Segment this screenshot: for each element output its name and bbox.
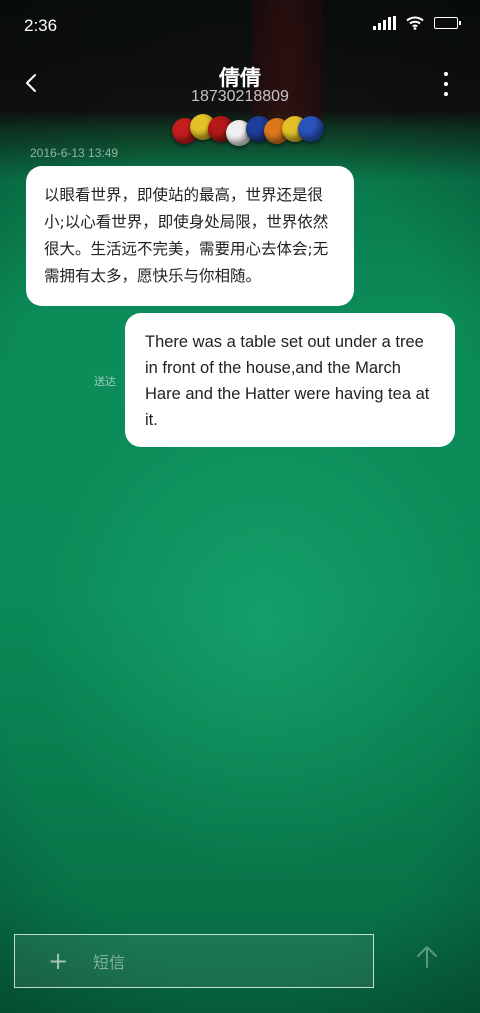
status-time: 2:36 xyxy=(24,16,58,35)
message-input[interactable] xyxy=(93,945,363,979)
arrow-up-icon[interactable] xyxy=(410,940,444,974)
wifi-icon xyxy=(406,16,424,30)
message-timestamp: 2016-6-13 13:49 xyxy=(30,146,119,160)
delivery-status: 送达 xyxy=(94,375,116,388)
battery-icon xyxy=(434,17,461,29)
status-bar: 2:36 xyxy=(0,0,480,52)
status-icons xyxy=(373,16,461,30)
more-vertical-icon[interactable] xyxy=(442,72,450,96)
plus-icon[interactable]: + xyxy=(45,947,71,975)
message-composer: + xyxy=(14,934,374,988)
contact-phone-number: 18730218809 xyxy=(191,88,289,105)
cellular-signal-icon xyxy=(373,16,396,30)
conversation-header: 倩倩 18730218809 xyxy=(0,52,480,116)
incoming-message-bubble[interactable]: 以眼看世界，即使站的最高，世界还是很小;以心看世界，即使身处局限，世界依然很大。… xyxy=(26,166,354,306)
outgoing-message-bubble[interactable]: There was a table set out under a tree i… xyxy=(125,313,455,447)
